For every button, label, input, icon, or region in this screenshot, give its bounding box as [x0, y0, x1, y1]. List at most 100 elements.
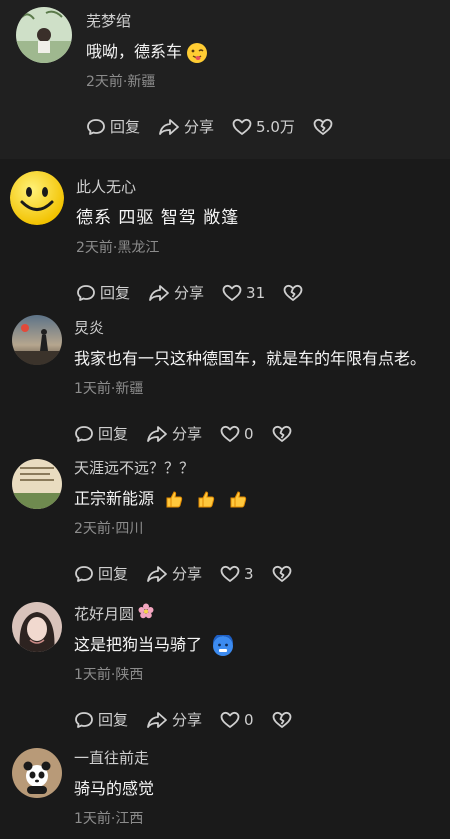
comment-meta: 1天前·江西	[74, 809, 438, 829]
reply-label: 回复	[110, 118, 141, 136]
dislike-button[interactable]	[272, 711, 292, 729]
comment-location: 黑龙江	[117, 240, 160, 256]
reply-icon	[74, 564, 94, 584]
heart-icon	[222, 284, 242, 302]
comment-text: 哦呦，德系车	[86, 41, 438, 63]
comment-location: 陕西	[115, 667, 144, 683]
share-button[interactable]: 分享	[146, 423, 202, 444]
comment-meta: 2天前·四川	[74, 519, 438, 539]
username[interactable]: 一直往前走	[74, 748, 438, 768]
username[interactable]: 花好月圆	[74, 603, 438, 624]
avatar[interactable]	[12, 315, 62, 365]
comment-location: 新疆	[127, 74, 156, 90]
reply-button[interactable]: 回复	[74, 563, 128, 584]
like-button[interactable]: 31	[222, 284, 265, 302]
heart-icon	[220, 565, 240, 583]
heart-icon	[220, 425, 240, 443]
broken-heart-icon	[313, 118, 333, 136]
comment-meta: 1天前·新疆	[74, 379, 438, 399]
comment-location: 四川	[115, 521, 144, 537]
comment-item: 此人无心 德系 四驱 智驾 敞篷 2天前·黑龙江 回复 分享 31	[0, 159, 450, 309]
comment-text-value: 骑马的感觉	[74, 779, 155, 798]
comment-time: 2天前	[76, 240, 113, 256]
broken-heart-icon	[272, 425, 292, 443]
comment-text-value: 这是把狗当马骑了	[74, 635, 203, 654]
username[interactable]: 此人无心	[76, 177, 438, 197]
like-button[interactable]: 5.0万	[232, 116, 295, 137]
dislike-button[interactable]	[272, 565, 292, 583]
share-button[interactable]: 分享	[158, 116, 214, 137]
wink-tongue-emoji	[186, 42, 208, 63]
comment-time: 1天前	[74, 381, 111, 397]
username[interactable]: 芜梦绾	[86, 11, 438, 31]
reply-button[interactable]: 回复	[86, 116, 140, 137]
reply-label: 回复	[100, 284, 131, 302]
avatar[interactable]	[16, 7, 72, 63]
comment-item: 炅炎 我家也有一只这种德国车，就是车的年限有点老。 1天前·新疆 回复 分享 0	[0, 309, 450, 449]
username[interactable]: 炅炎	[74, 318, 438, 338]
reply-icon	[74, 424, 94, 444]
dislike-button[interactable]	[313, 118, 333, 136]
reply-icon	[76, 283, 96, 303]
comment-item: 芜梦绾 哦呦，德系车 2天前·新疆 回复 分享 5.0万	[0, 0, 450, 159]
comment-location: 新疆	[115, 381, 144, 397]
like-count: 3	[244, 564, 254, 583]
like-button[interactable]: 0	[220, 711, 254, 729]
like-button[interactable]: 3	[220, 565, 254, 583]
reply-icon	[86, 117, 106, 137]
avatar[interactable]	[12, 748, 62, 798]
comment-meta: 2天前·黑龙江	[76, 238, 438, 258]
broken-heart-icon	[283, 284, 303, 302]
reply-button[interactable]: 回复	[74, 709, 128, 730]
comment-location: 江西	[115, 811, 144, 827]
comment-time: 1天前	[74, 811, 111, 827]
share-label: 分享	[172, 425, 203, 443]
cherry-blossom-emoji	[138, 603, 154, 624]
username[interactable]: 天涯远不远？？？	[74, 458, 438, 478]
share-button[interactable]: 分享	[146, 563, 202, 584]
comment-actions: 回复 分享 3	[74, 563, 438, 584]
share-label: 分享	[172, 565, 203, 583]
like-count: 5.0万	[256, 118, 295, 136]
reply-button[interactable]: 回复	[76, 282, 130, 303]
share-label: 分享	[172, 711, 203, 729]
heart-icon	[232, 118, 252, 136]
broken-heart-icon	[272, 565, 292, 583]
reply-icon	[74, 710, 94, 730]
avatar[interactable]	[10, 171, 64, 225]
share-button[interactable]: 分享	[146, 709, 202, 730]
avatar[interactable]	[12, 459, 62, 509]
comment-text-value: 正宗新能源	[74, 489, 155, 508]
reply-label: 回复	[98, 425, 129, 443]
comment-text: 骑马的感觉	[74, 778, 438, 800]
comment-time: 2天前	[74, 521, 111, 537]
heart-icon	[220, 711, 240, 729]
share-icon	[158, 117, 180, 137]
comment-item: 花好月圆 这是把狗当马骑了 1天前·陕西 回复 分享 0	[0, 594, 450, 739]
dislike-button[interactable]	[272, 425, 292, 443]
comment-text-value: 我家也有一只这种德国车，就是车的年限有点老。	[74, 349, 427, 368]
like-button[interactable]: 0	[220, 425, 254, 443]
broken-heart-icon	[272, 711, 292, 729]
share-icon	[146, 710, 168, 730]
username-text: 花好月圆	[74, 604, 135, 623]
comment-actions: 回复 分享 5.0万	[86, 116, 438, 137]
comment-item: 一直往前走 骑马的感觉 1天前·江西	[0, 739, 450, 839]
like-count: 31	[246, 283, 266, 302]
share-label: 分享	[174, 284, 205, 302]
comment-actions: 回复 分享 0	[74, 423, 438, 444]
avatar[interactable]	[12, 602, 62, 652]
share-button[interactable]: 分享	[148, 282, 204, 303]
reply-label: 回复	[98, 565, 129, 583]
thumbs-up-emoji	[164, 489, 248, 509]
cold-face-emoji	[212, 633, 234, 656]
share-icon	[146, 564, 168, 584]
dislike-button[interactable]	[283, 284, 303, 302]
comment-text: 正宗新能源	[74, 488, 438, 510]
comment-actions: 回复 分享 0	[74, 709, 438, 730]
comment-text-value: 哦呦，德系车	[86, 42, 183, 61]
comment-time: 1天前	[74, 667, 111, 683]
reply-button[interactable]: 回复	[74, 423, 128, 444]
like-count: 0	[244, 710, 254, 729]
share-icon	[146, 424, 168, 444]
